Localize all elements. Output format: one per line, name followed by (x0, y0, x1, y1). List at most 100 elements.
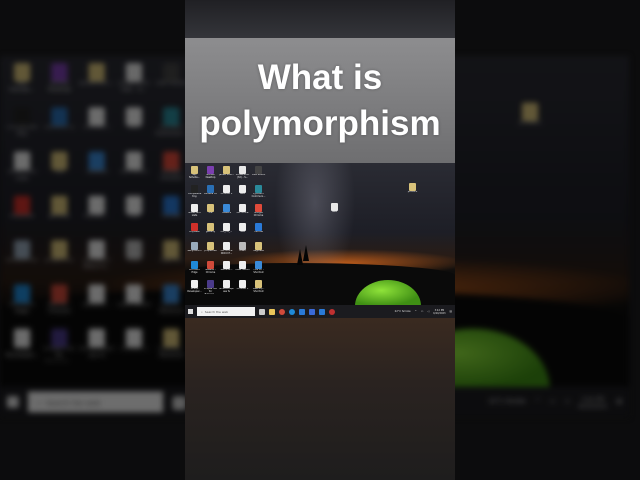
desktop-icon-label: JavaEFullst... (79, 81, 115, 87)
desktop-icon[interactable]: Camera CE (203, 185, 218, 196)
desktop-icon[interactable]: file (42, 151, 77, 177)
desktop-icon[interactable]: Esc Office DOCX fi... (219, 242, 234, 256)
desktop-icon[interactable]: OBS Studio (251, 166, 266, 177)
desktop-icon[interactable]: differenceph ass fs (219, 280, 234, 294)
store-icon[interactable] (299, 308, 305, 315)
desktop-icon[interactable]: Screenshot (32) - S... (117, 62, 152, 95)
desktop-icon[interactable]: Vscode (154, 195, 189, 221)
windows-start-icon[interactable] (6, 396, 19, 408)
desktop-icon[interactable]: GitHub Desktop (203, 166, 218, 180)
desktop-icon[interactable]: Sql-fullvide... (5, 62, 40, 95)
desktop-icon[interactable]: Esc Office DOCX fi... (79, 240, 114, 272)
desktop-icon[interactable]: Desktop - Shortcut (154, 328, 189, 361)
desktop-icon[interactable]: sBodine... (79, 284, 114, 309)
desktop-icon[interactable]: gensidy (203, 223, 218, 234)
desktop-icon[interactable]: PLSQL Developer... (5, 328, 40, 361)
desktop-icon[interactable]: TAGRES (219, 204, 234, 215)
desktop-icon[interactable]: sBodine... (219, 261, 234, 272)
desktop-icon[interactable]: Eclipse IDE for Enterpri... (203, 280, 218, 294)
desktop-icon[interactable]: Nessus - Chrome (42, 284, 77, 316)
network-icon[interactable]: ▭ (549, 399, 555, 406)
desktop-icon[interactable]: Camera CE (42, 107, 77, 132)
desktop-icon[interactable]: ph.docx (405, 183, 420, 194)
clock[interactable]: 3:42 PM 6/20/2023 (433, 309, 445, 315)
file-icon (191, 242, 198, 250)
desktop-icon[interactable]: compatible tiny (5, 107, 40, 139)
desktop-icon[interactable]: Untitled 2 (79, 107, 114, 132)
chevron-up-icon[interactable]: ^ (415, 310, 417, 313)
edge-icon[interactable] (289, 308, 295, 315)
desktop-icon[interactable]: Eclipse IDE for Enterpri... (42, 328, 77, 361)
desktop-icon[interactable]: Recycle Bin (187, 242, 202, 253)
desktop-icon[interactable]: New (235, 185, 250, 196)
desktop-icon[interactable]: New (117, 107, 152, 132)
desktop-icon[interactable]: Notes and Lists (187, 204, 202, 218)
search-box[interactable]: ⌕ Search the web (197, 307, 255, 316)
desktop-icon[interactable]: This PC - Shortcut (154, 284, 189, 316)
desktop-icon[interactable]: Sql-fullvide... (187, 166, 202, 180)
desktop-icon[interactable]: AnyDesk (5, 195, 40, 221)
task-view-icon[interactable] (259, 308, 265, 315)
desktop-icon[interactable]: PyCharm Communi... (251, 185, 266, 199)
volume-icon[interactable]: ◁ (565, 399, 570, 406)
desktop-icon[interactable]: compatible tiny (187, 185, 202, 199)
desktop-icon[interactable]: GitHub Desktop (42, 62, 77, 95)
desktop-icon[interactable]: ph.docx (513, 102, 548, 128)
vscode-icon[interactable] (319, 308, 325, 315)
windows-start-icon[interactable] (188, 309, 193, 314)
weather-widget[interactable]: 22°C Smoke (488, 399, 525, 406)
desktop-icon[interactable]: Esc Office (235, 204, 250, 215)
search-box[interactable]: ⌕ Search the web (27, 391, 164, 413)
desktop-icon[interactable]: Nessus - Chrome (203, 261, 218, 275)
desktop-icon[interactable]: Desktop - Shortcut (251, 280, 266, 294)
desktop-icon[interactable]: new (235, 223, 250, 234)
desktop-icon[interactable]: Recycle Bin (5, 240, 40, 265)
desktop-icon[interactable]: Untitled 1 (117, 328, 152, 354)
desktop-icon[interactable]: Notes and Lists (5, 151, 40, 184)
desktop-icon[interactable]: This PC - Shortcut (251, 261, 266, 275)
clock[interactable]: 3:42 PM 6/20/2023 (578, 395, 607, 409)
desktop-icon[interactable]: hts_txt_... (79, 195, 114, 221)
desktop-icon[interactable]: trash (117, 240, 152, 265)
desktop-icon[interactable]: class ribbon (117, 284, 152, 309)
desktop-icon[interactable]: Microsoft Edge (187, 261, 202, 275)
desktop-icon[interactable]: vaginess (154, 240, 189, 265)
desktop-icon[interactable]: differenceph ass fs (79, 328, 114, 361)
desktop-icon[interactable]: PyCharm Communi... (154, 107, 189, 139)
desktop-icon[interactable]: properties (203, 242, 218, 253)
desktop-icon[interactable]: hts_txt_... (219, 223, 234, 234)
record-icon[interactable] (329, 308, 335, 315)
volume-icon[interactable]: ◁ (427, 310, 429, 313)
desktop-icon[interactable]: file (203, 204, 218, 215)
chrome-icon[interactable] (279, 308, 285, 315)
desktop-icon[interactable]: TAGRES (79, 151, 114, 177)
desktop-icon[interactable]: OBS Studio (154, 62, 189, 88)
desktop-icon[interactable]: gensidy (42, 195, 77, 221)
desktop-icon[interactable]: Google Chrome (154, 151, 189, 184)
desktop-icon[interactable]: new (117, 195, 152, 221)
app-icon[interactable] (309, 308, 315, 315)
chevron-up-icon[interactable]: ^ (535, 399, 540, 406)
file-explorer-icon[interactable] (269, 308, 275, 315)
desktop-icon[interactable]: vaginess (251, 242, 266, 253)
desktop-icon[interactable]: Untitled 1 (235, 280, 250, 291)
desktop-icon[interactable]: properties (42, 240, 77, 265)
desktop-icon[interactable]: JavaEFullst... (79, 62, 115, 88)
desktop-icon[interactable]: Esc Office (117, 151, 152, 177)
desktop-icon[interactable]: Screenshot (32) - S... (235, 166, 250, 180)
desktop-icon[interactable]: Google Chrome (251, 204, 266, 218)
desktop-icon[interactable]: Untitled 2 (219, 185, 234, 196)
desktop-icon[interactable]: Microsoft Edge (5, 284, 40, 316)
weather-widget[interactable]: 22°C Smoke (395, 310, 411, 313)
desktop-icon[interactable]: trash (235, 242, 250, 253)
notification-icon[interactable]: ▤ (616, 399, 622, 406)
desktop-icon[interactable]: JavaEFullst... (219, 166, 234, 177)
desktop-icon[interactable]: class ribbon (235, 261, 250, 272)
notification-icon[interactable]: ▤ (450, 310, 452, 313)
file-icon (223, 223, 230, 231)
desktop-icon[interactable]: PLSQL Developer... (187, 280, 202, 294)
desktop-icon[interactable]: New (327, 203, 342, 214)
desktop-icon[interactable]: Vscode (251, 223, 266, 234)
desktop-icon[interactable]: AnyDesk (187, 223, 202, 234)
network-icon[interactable]: ▭ (421, 310, 423, 313)
